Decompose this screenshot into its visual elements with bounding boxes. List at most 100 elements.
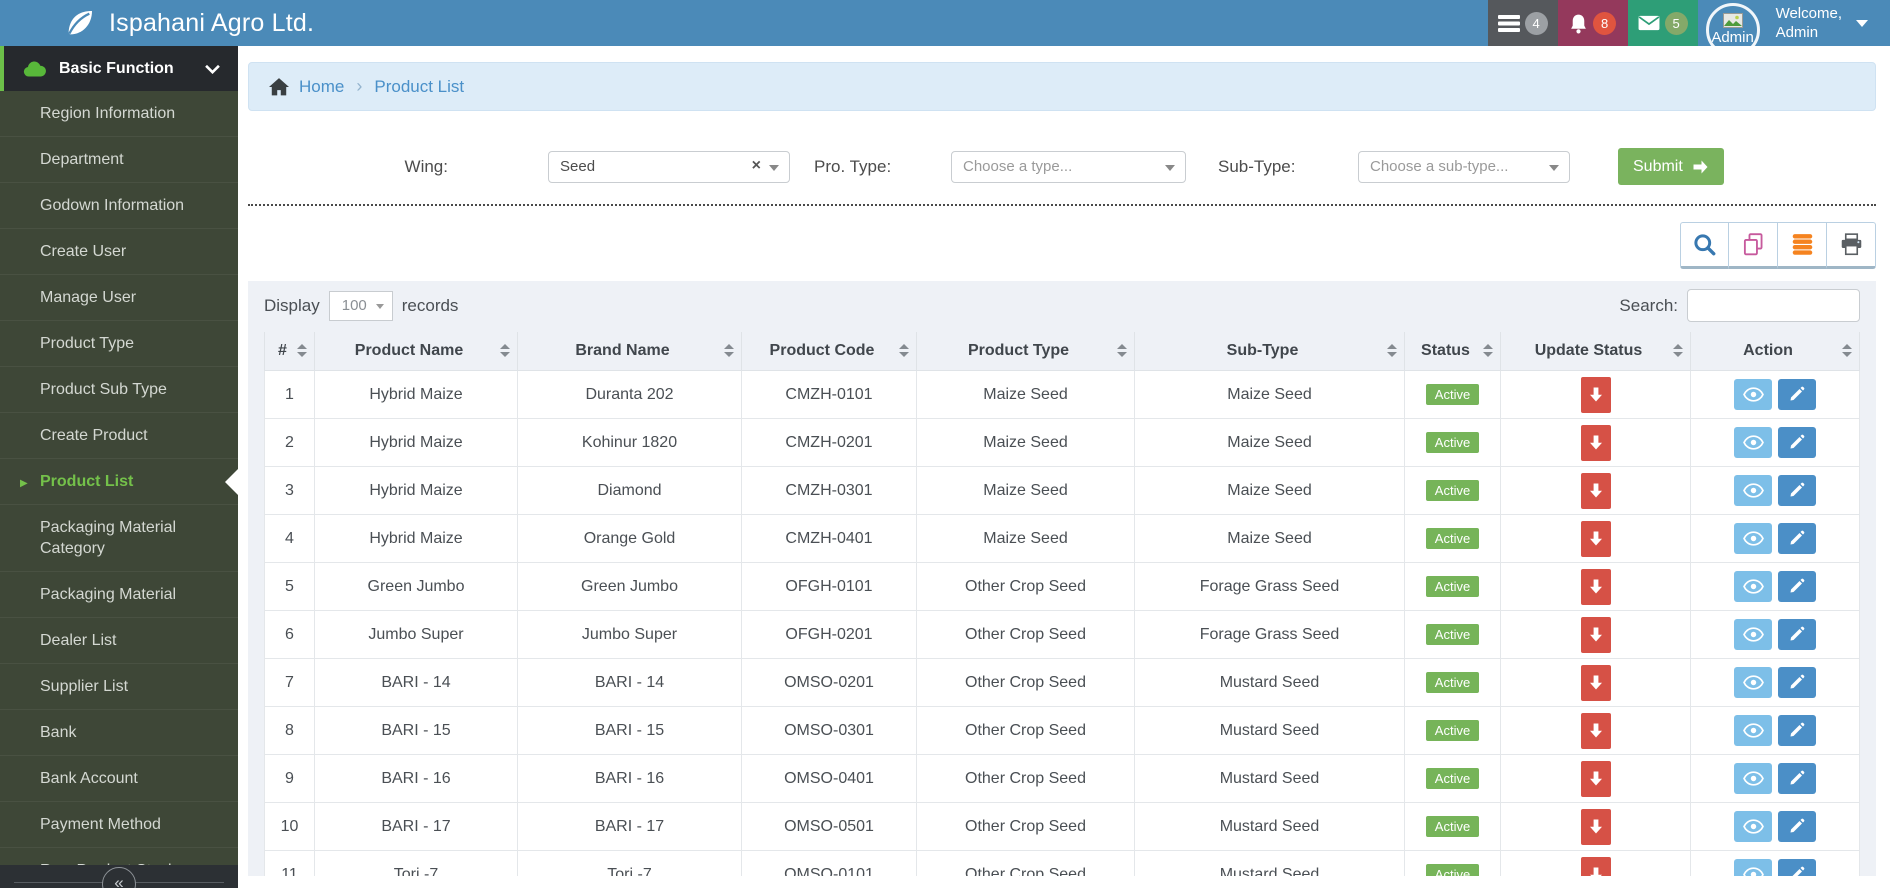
sidebar-item-create-user[interactable]: ▶Create User — [0, 228, 238, 274]
cell-num: 3 — [265, 467, 315, 515]
view-button[interactable] — [1734, 523, 1772, 554]
sort-icon — [1483, 344, 1493, 357]
search-tool-button[interactable] — [1680, 222, 1729, 269]
sidebar-item-payment-method[interactable]: ▶Payment Method — [0, 801, 238, 847]
edit-button[interactable] — [1778, 763, 1816, 794]
eye-icon — [1743, 627, 1764, 642]
table-header-row: # Product Name Brand NameProduct CodeProdu… — [265, 332, 1860, 371]
edit-button[interactable] — [1778, 475, 1816, 506]
column-header-brand-name[interactable]: Brand Name — [518, 332, 742, 371]
sidebar-item-create-product[interactable]: ▶Create Product — [0, 412, 238, 458]
search-input[interactable] — [1687, 289, 1860, 322]
edit-button[interactable] — [1778, 523, 1816, 554]
cell-product-name: Hybrid Maize — [315, 419, 518, 467]
edit-button[interactable] — [1778, 715, 1816, 746]
sidebar-group-basic-function[interactable]: Basic Function — [0, 46, 238, 91]
pro-type-select[interactable]: Choose a type... — [951, 151, 1186, 183]
edit-button[interactable] — [1778, 571, 1816, 602]
print-tool-button[interactable] — [1827, 222, 1876, 269]
sidebar-item-supplier-list[interactable]: ▶Supplier List — [0, 663, 238, 709]
messages-button[interactable]: 5 — [1628, 0, 1698, 46]
column-header-status[interactable]: Status — [1405, 332, 1501, 371]
cell-product-name: BARI - 17 — [315, 803, 518, 851]
update-status-button[interactable] — [1581, 809, 1611, 845]
update-status-button[interactable] — [1581, 521, 1611, 557]
wing-select[interactable]: Seed × — [548, 151, 790, 183]
clear-icon[interactable]: × — [752, 157, 761, 175]
update-status-button[interactable] — [1581, 569, 1611, 605]
update-status-button[interactable] — [1581, 665, 1611, 701]
sidebar-item-label: Department — [40, 151, 124, 168]
sidebar-item-label: Supplier List — [40, 678, 128, 695]
page-length-select[interactable]: 100 — [329, 291, 393, 321]
column-header-product-type[interactable]: Product Type — [917, 332, 1135, 371]
column-header-sub-type[interactable]: Sub-Type — [1135, 332, 1405, 371]
edit-button[interactable] — [1778, 811, 1816, 842]
sidebar-item-manage-user[interactable]: ▶Manage User — [0, 274, 238, 320]
sidebar-item-product-type[interactable]: ▶Product Type — [0, 320, 238, 366]
column-header-action[interactable]: Action — [1691, 332, 1860, 371]
sidebar-item-dealer-list[interactable]: ▶Dealer List — [0, 617, 238, 663]
view-button[interactable] — [1734, 379, 1772, 410]
arrow-down-icon — [1589, 530, 1603, 547]
column-header-num[interactable]: # — [265, 332, 315, 371]
sidebar-item-packaging-material-category[interactable]: ▶Packaging Material Category — [0, 504, 238, 571]
update-status-button[interactable] — [1581, 617, 1611, 653]
update-status-button[interactable] — [1581, 473, 1611, 509]
column-label: Product Name — [355, 342, 463, 359]
sidebar-item-bank[interactable]: ▶Bank — [0, 709, 238, 755]
update-status-button[interactable] — [1581, 377, 1611, 413]
collapse-button[interactable]: « — [102, 867, 136, 888]
cell-product-code: OFGH-0201 — [742, 611, 917, 659]
sidebar-item-product-list[interactable]: ▶Product List — [0, 458, 238, 504]
column-header-update-status[interactable]: Update Status — [1501, 332, 1691, 371]
sort-icon — [899, 344, 909, 357]
pencil-icon — [1789, 530, 1805, 546]
view-button[interactable] — [1734, 619, 1772, 650]
edit-button[interactable] — [1778, 427, 1816, 458]
sidebar-item-product-sub-type[interactable]: ▶Product Sub Type — [0, 366, 238, 412]
top-navbar: Ispahani Agro Ltd. 4 8 5 — [0, 0, 1890, 46]
cell-update-status — [1501, 371, 1691, 419]
update-status-button[interactable] — [1581, 761, 1611, 797]
sidebar-item-packaging-material[interactable]: ▶Packaging Material — [0, 571, 238, 617]
edit-button[interactable] — [1778, 379, 1816, 410]
column-header-product-code[interactable]: Product Code — [742, 332, 917, 371]
sidebar-item-godown-information[interactable]: ▶Godown Information — [0, 182, 238, 228]
view-button[interactable] — [1734, 811, 1772, 842]
edit-button[interactable] — [1778, 859, 1816, 876]
sidebar-item-department[interactable]: ▶Department — [0, 136, 238, 182]
update-status-button[interactable] — [1581, 857, 1611, 877]
view-button[interactable] — [1734, 859, 1772, 876]
view-button[interactable] — [1734, 667, 1772, 698]
notifications-button[interactable]: 8 — [1558, 0, 1628, 46]
cell-status: Active — [1405, 707, 1501, 755]
copy-tool-button[interactable] — [1729, 222, 1778, 269]
tasks-button[interactable]: 4 — [1488, 0, 1558, 46]
update-status-button[interactable] — [1581, 713, 1611, 749]
view-button[interactable] — [1734, 715, 1772, 746]
column-header-product-name[interactable]: Product Name — [315, 332, 518, 371]
cell-update-status — [1501, 611, 1691, 659]
database-tool-button[interactable] — [1778, 222, 1827, 269]
submit-button[interactable]: Submit — [1618, 148, 1724, 185]
cell-status: Active — [1405, 371, 1501, 419]
user-menu[interactable]: Welcome, Admin — [1764, 0, 1890, 46]
view-button[interactable] — [1734, 427, 1772, 458]
cell-action — [1691, 467, 1860, 515]
view-button[interactable] — [1734, 475, 1772, 506]
table-search: Search: — [1619, 289, 1860, 322]
avatar[interactable]: Admin — [1698, 0, 1764, 46]
cell-update-status — [1501, 419, 1691, 467]
view-button[interactable] — [1734, 763, 1772, 794]
edit-button[interactable] — [1778, 619, 1816, 650]
edit-button[interactable] — [1778, 667, 1816, 698]
sidebar-item-bank-account[interactable]: ▶Bank Account — [0, 755, 238, 801]
breadcrumb-home-link[interactable]: Home — [299, 77, 344, 97]
arrow-down-icon — [1589, 578, 1603, 595]
update-status-button[interactable] — [1581, 425, 1611, 461]
status-badge: Active — [1426, 672, 1479, 693]
view-button[interactable] — [1734, 571, 1772, 602]
sub-type-select[interactable]: Choose a sub-type... — [1358, 151, 1570, 183]
sidebar-item-region-information[interactable]: ▶Region Information — [0, 91, 238, 136]
